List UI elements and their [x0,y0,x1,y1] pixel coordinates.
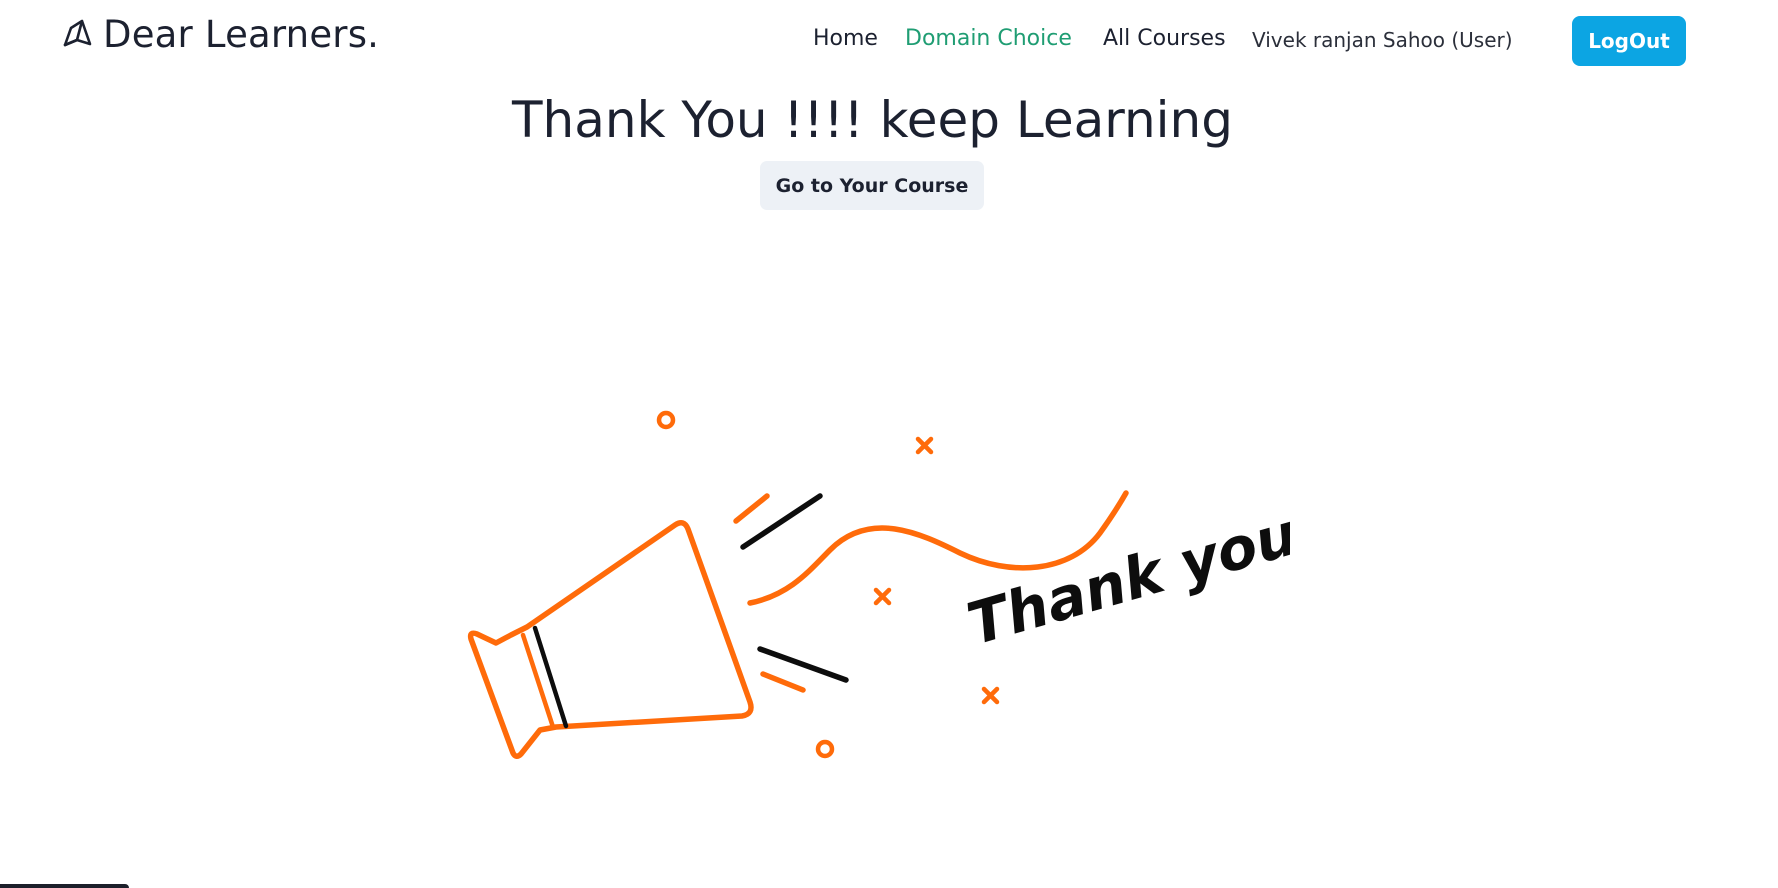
bottom-corner-tab [0,884,129,888]
go-to-course-button[interactable]: Go to Your Course [760,161,984,210]
page-heading: Thank You !!!! keep Learning [512,91,1233,149]
brand-logo-link[interactable]: Dear Learners. [61,13,379,57]
top-navigation-bar: Dear Learners. Home Domain Choice All Co… [0,0,1778,82]
nav-all-courses-link[interactable]: All Courses [1103,24,1226,54]
current-user-label: Vivek ranjan Sahoo (User) [1252,28,1513,52]
thank-you-caption: Thank you! [960,492,1290,658]
nav-home-link[interactable]: Home [813,24,878,54]
brand-name: Dear Learners. [103,13,380,56]
nav-domain-choice-link[interactable]: Domain Choice [905,24,1072,54]
thank-you-illustration: Thank you! [450,395,1290,775]
megaphone-icon: Thank you! [467,410,1290,759]
logout-button[interactable]: LogOut [1572,16,1686,66]
book-icon [63,19,92,47]
